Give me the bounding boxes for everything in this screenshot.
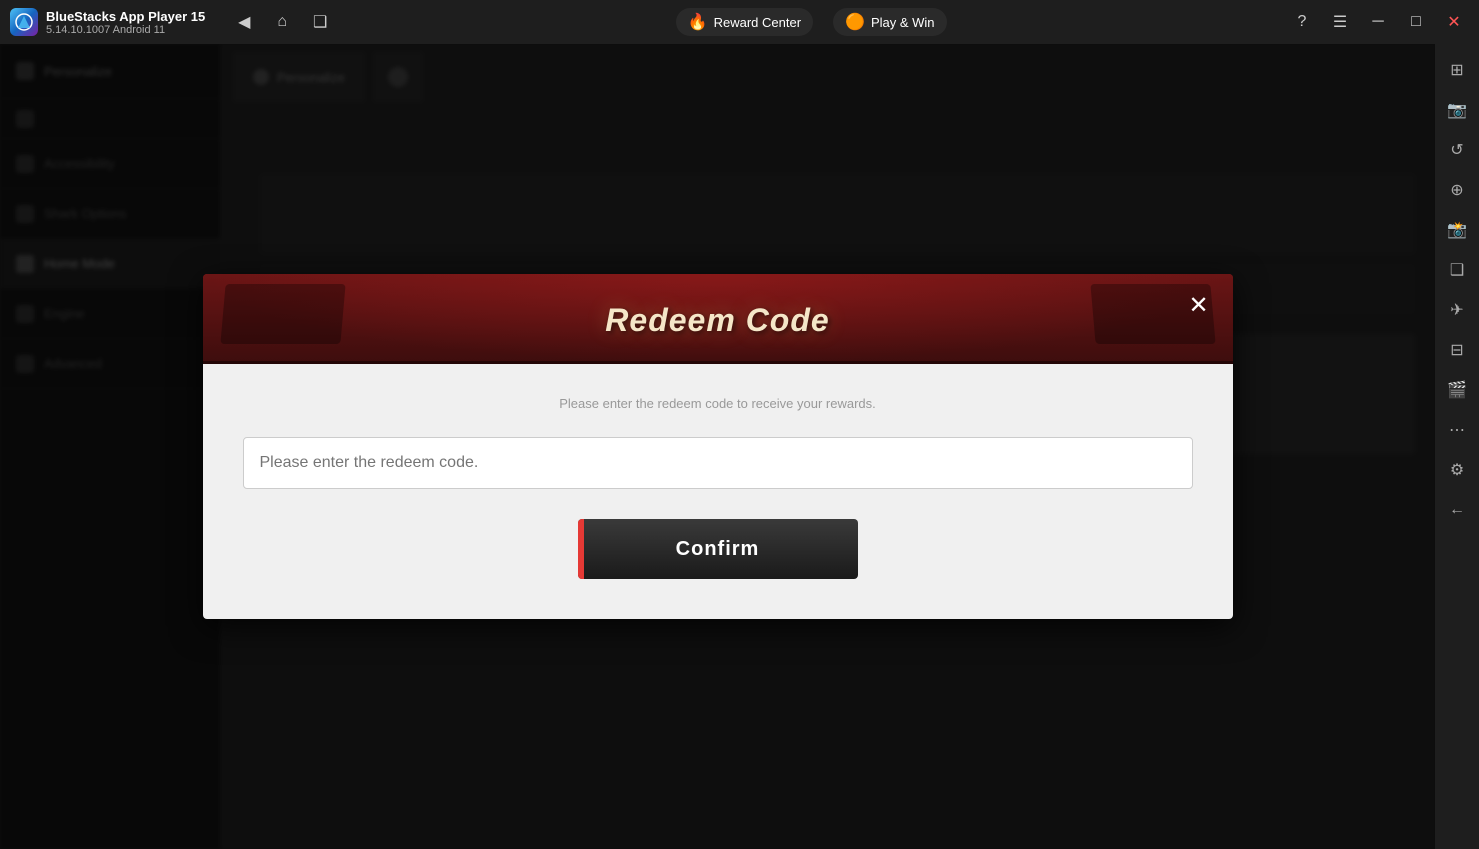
reward-center-badge[interactable]: 🔥 Reward Center bbox=[676, 8, 813, 36]
rs-back-icon[interactable]: ← bbox=[1439, 492, 1475, 528]
close-icon: ✕ bbox=[1188, 291, 1208, 320]
app-logo bbox=[10, 8, 38, 36]
confirm-button[interactable]: Confirm bbox=[578, 519, 858, 579]
rs-screenshot-icon[interactable]: 📷 bbox=[1439, 92, 1475, 128]
rs-add-icon[interactable]: ⊕ bbox=[1439, 172, 1475, 208]
rs-airplane-icon[interactable]: ✈ bbox=[1439, 292, 1475, 328]
play-win-label: Play & Win bbox=[871, 15, 935, 30]
maximize-button[interactable]: □ bbox=[1401, 7, 1431, 37]
rs-grid-icon[interactable]: ⊞ bbox=[1439, 52, 1475, 88]
minimize-button[interactable]: ─ bbox=[1363, 7, 1393, 37]
modal-close-button[interactable]: ✕ bbox=[1181, 288, 1217, 324]
redeem-input-wrapper bbox=[243, 437, 1193, 489]
redeem-code-input[interactable] bbox=[243, 437, 1193, 489]
back-button[interactable]: ◀ bbox=[229, 7, 259, 37]
modal-header: Redeem Code ✕ bbox=[203, 274, 1233, 364]
rs-refresh-icon[interactable]: ↺ bbox=[1439, 132, 1475, 168]
rs-layers-icon[interactable]: ❑ bbox=[1439, 252, 1475, 288]
modal-overlay: Redeem Code ✕ Please enter the redeem co… bbox=[0, 44, 1435, 849]
nav-buttons: ◀ ⌂ ❑ bbox=[229, 7, 335, 37]
rs-minus-icon[interactable]: ⊟ bbox=[1439, 332, 1475, 368]
help-button[interactable]: ? bbox=[1287, 7, 1317, 37]
title-bar: BlueStacks App Player 15 5.14.10.1007 An… bbox=[0, 0, 1479, 44]
confirm-label: Confirm bbox=[676, 538, 760, 560]
layers-button[interactable]: ❑ bbox=[305, 7, 335, 37]
play-win-icon: 🟠 bbox=[845, 12, 865, 32]
right-sidebar: ⊞ 📷 ↺ ⊕ 📸 ❑ ✈ ⊟ 🎬 ⋯ ⚙ ← bbox=[1435, 44, 1479, 849]
home-button[interactable]: ⌂ bbox=[267, 7, 297, 37]
title-bar-right: ? ☰ ─ □ ✕ bbox=[1287, 7, 1469, 37]
app-version: 5.14.10.1007 Android 11 bbox=[46, 24, 209, 36]
rs-settings-icon[interactable]: ⚙ bbox=[1439, 452, 1475, 488]
modal-description: Please enter the redeem code to receive … bbox=[243, 394, 1193, 414]
rs-camera-icon[interactable]: 📸 bbox=[1439, 212, 1475, 248]
redeem-code-modal: Redeem Code ✕ Please enter the redeem co… bbox=[203, 274, 1233, 620]
close-button[interactable]: ✕ bbox=[1439, 7, 1469, 37]
app-name: BlueStacks App Player 15 bbox=[46, 9, 205, 24]
menu-button[interactable]: ☰ bbox=[1325, 7, 1355, 37]
title-bar-center: 🔥 Reward Center 🟠 Play & Win bbox=[335, 8, 1287, 36]
reward-icon: 🔥 bbox=[688, 12, 708, 32]
modal-body: Please enter the redeem code to receive … bbox=[203, 364, 1233, 620]
modal-title: Redeem Code bbox=[605, 302, 829, 339]
play-win-badge[interactable]: 🟠 Play & Win bbox=[833, 8, 947, 36]
rs-video-icon[interactable]: 🎬 bbox=[1439, 372, 1475, 408]
reward-center-label: Reward Center bbox=[714, 15, 801, 30]
rs-more-icon[interactable]: ⋯ bbox=[1439, 412, 1475, 448]
